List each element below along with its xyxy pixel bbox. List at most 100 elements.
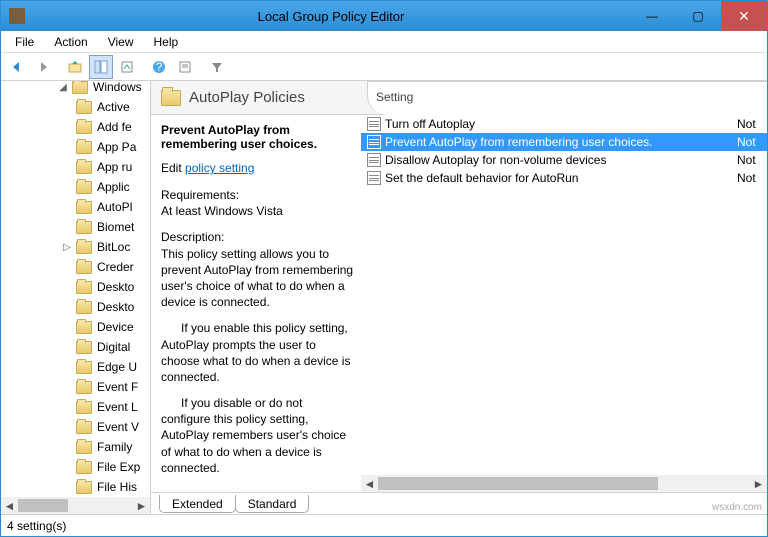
tree-pane: ◢ Windows Active Add fe App Pa App ru Applic Au… [1,81,151,514]
tree-label: File Exp [95,460,140,474]
tree-item[interactable]: File Exp [1,457,151,477]
back-button[interactable] [5,55,29,79]
tree-item[interactable]: ◢ Windows [1,81,151,97]
folder-icon [76,361,92,374]
scroll-thumb[interactable] [378,477,658,490]
status-text: 4 setting(s) [7,519,66,533]
description-p2: If you enable this policy setting, AutoP… [161,320,355,385]
folder-icon [76,401,92,414]
tree-item[interactable]: Event V [1,417,151,437]
separator [57,55,61,79]
tree-item[interactable]: Deskto [1,277,151,297]
setting-state: Not [737,171,767,185]
tree-horizontal-scrollbar[interactable]: ◄ ► [1,497,150,514]
tree-item[interactable]: Event F [1,377,151,397]
scroll-thumb[interactable] [18,499,68,512]
scroll-right-icon[interactable]: ► [750,475,767,492]
tree-label: Deskto [95,280,134,294]
expand-icon[interactable]: ▷ [61,242,73,253]
extended-info-pane: Prevent AutoPlay from remembering user c… [151,115,361,492]
maximize-button[interactable]: ▢ [675,1,721,31]
tree-item[interactable]: App ru [1,157,151,177]
filter-button[interactable] [205,55,229,79]
tree-label: Event V [95,420,139,434]
help-button[interactable]: ? [147,55,171,79]
setting-name: Prevent AutoPlay from remembering user c… [385,135,737,149]
folder-icon [76,321,92,334]
properties-button[interactable] [173,55,197,79]
edit-policy-link[interactable]: policy setting [185,161,254,175]
tree-label: Family [95,440,132,454]
setting-name: Disallow Autoplay for non-volume devices [385,153,737,167]
tree-item[interactable]: Biomet [1,217,151,237]
export-button[interactable] [115,55,139,79]
collapse-icon[interactable]: ◢ [57,82,69,93]
tree-label: App Pa [95,140,136,154]
tree-item[interactable]: ▷BitLoc [1,237,151,257]
edit-line: Edit policy setting [161,161,355,175]
folder-icon [76,381,92,394]
tree-item[interactable]: Deskto [1,297,151,317]
tree-item[interactable]: App Pa [1,137,151,157]
tree-label: Event F [95,380,138,394]
list-item[interactable]: Set the default behavior for AutoRunNot [361,169,767,187]
show-hide-tree-button[interactable] [89,55,113,79]
policy-icon [367,153,381,167]
tree-label: Windows [91,81,142,94]
list-item[interactable]: Disallow Autoplay for non-volume devices… [361,151,767,169]
tree-item[interactable]: AutoPl [1,197,151,217]
svg-text:?: ? [156,60,163,74]
folder-icon [76,301,92,314]
tree-label: Creder [95,260,134,274]
tree-item[interactable]: Family [1,437,151,457]
up-folder-button[interactable] [63,55,87,79]
watermark: wsxdn.com [712,502,762,513]
edit-prefix: Edit [161,161,182,175]
tree-item[interactable]: Add fe [1,117,151,137]
tree-label: Digital [95,340,130,354]
panes: Prevent AutoPlay from remembering user c… [151,115,767,492]
tree-label: Biomet [95,220,134,234]
tab-standard[interactable]: Standard [235,495,310,513]
tree-item[interactable]: File His [1,477,151,497]
folder-icon [76,441,92,454]
statusbar: 4 setting(s) [1,514,767,536]
tree-item[interactable]: Event L [1,397,151,417]
tree-item[interactable]: Edge U [1,357,151,377]
settings-list: Turn off AutoplayNot Prevent AutoPlay fro… [361,115,767,492]
forward-button[interactable] [31,55,55,79]
window-buttons: — ▢ ✕ [629,1,767,31]
menu-action[interactable]: Action [44,33,97,51]
tab-extended[interactable]: Extended [159,495,236,513]
menu-help[interactable]: Help [144,33,189,51]
column-setting[interactable]: Setting [376,90,413,104]
menu-view[interactable]: View [98,33,144,51]
list-item[interactable]: Turn off AutoplayNot [361,115,767,133]
tree-label: Applic [95,180,130,194]
tree-item[interactable]: Active [1,97,151,117]
tree-label: Deskto [95,300,134,314]
folder-icon [76,221,92,234]
menu-file[interactable]: File [5,33,44,51]
folder-icon [76,261,92,274]
tree-item[interactable]: Creder [1,257,151,277]
folder-icon [76,461,92,474]
close-button[interactable]: ✕ [721,1,767,31]
tree-label: Active [95,100,130,114]
setting-state: Not [737,117,767,131]
scroll-left-icon[interactable]: ◄ [361,475,378,492]
list-horizontal-scrollbar[interactable]: ◄ ► [361,475,767,492]
separator [199,55,203,79]
minimize-button[interactable]: — [629,1,675,31]
tree-label: AutoPl [95,200,132,214]
column-header-area: Setting [367,81,767,115]
folder-icon [76,101,92,114]
list-item[interactable]: Prevent AutoPlay from remembering user c… [361,133,767,151]
tree-item[interactable]: Device [1,317,151,337]
tree-label: App ru [95,160,132,174]
tree-item[interactable]: Applic [1,177,151,197]
tree-label: File His [95,480,137,494]
tree-item[interactable]: Digital [1,337,151,357]
scroll-right-icon[interactable]: ► [133,497,150,514]
scroll-left-icon[interactable]: ◄ [1,497,18,514]
